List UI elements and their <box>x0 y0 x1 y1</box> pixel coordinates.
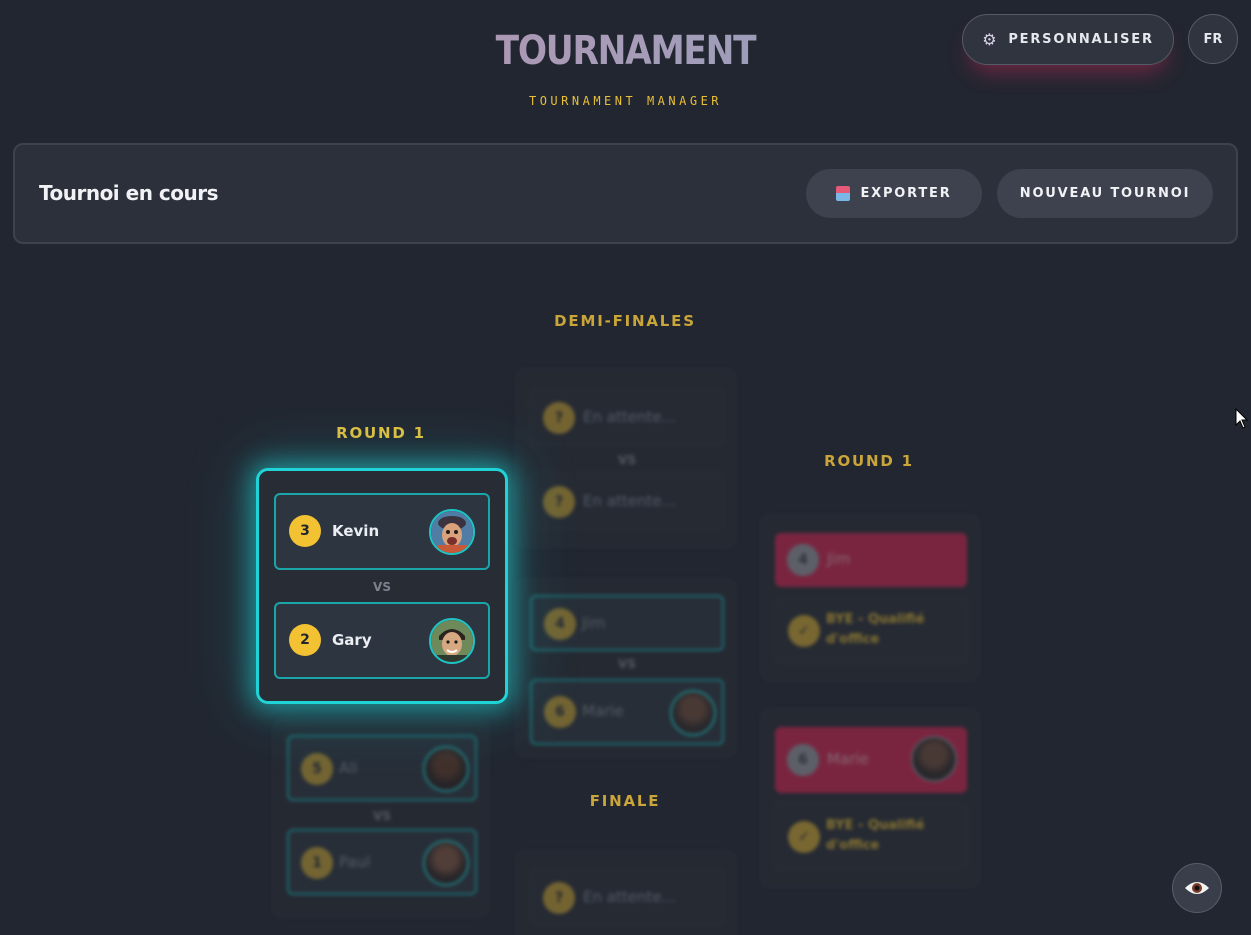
seed-badge: ? <box>543 402 575 434</box>
player-name: Jim <box>582 614 606 632</box>
semifinals-label: DEMI-FINALES <box>554 312 696 330</box>
seed-badge: 3 <box>289 515 321 547</box>
right-top-match[interactable]: 4 Jim ✓ BYE - Qualifié d'office <box>760 514 980 682</box>
player-name: Ali <box>339 759 358 777</box>
vs-label: VS <box>618 453 636 467</box>
match-slot[interactable]: ✓ BYE - Qualifié d'office <box>775 803 967 869</box>
export-button[interactable]: EXPORTER <box>806 169 982 218</box>
seed-badge: ? <box>543 486 575 518</box>
player-avatar <box>911 736 957 782</box>
player-avatar <box>429 509 475 555</box>
gear-icon: ⚙ <box>982 30 999 49</box>
match-slot[interactable]: 6 Marie <box>775 727 967 793</box>
player-name: Marie <box>827 750 869 768</box>
player-name: En attente... <box>583 888 676 906</box>
mouse-cursor-icon <box>1235 408 1249 429</box>
tournament-toolbar: Tournoi en cours EXPORTER NOUVEAU TOURNO… <box>13 143 1238 244</box>
seed-badge: 4 <box>544 608 576 640</box>
personalize-label: PERSONNALISER <box>1008 32 1154 47</box>
tournament-bracket: DEMI-FINALES ROUND 1 ROUND 1 FINALE ? En… <box>0 260 1251 935</box>
player-avatar <box>423 840 469 886</box>
player-name: Kevin <box>332 522 380 540</box>
left-round-label: ROUND 1 <box>336 424 426 442</box>
language-button[interactable]: FR <box>1188 14 1238 64</box>
seed-badge: 2 <box>289 624 321 656</box>
vs-label: VS <box>618 657 636 671</box>
match-slot[interactable]: 1 Paul <box>287 829 477 895</box>
right-bottom-match[interactable]: 6 Marie ✓ BYE - Qualifié d'office <box>760 708 980 888</box>
language-label: FR <box>1203 31 1223 47</box>
player-name: BYE - Qualifié d'office <box>826 612 925 647</box>
focused-match[interactable]: 3 Kevin VS 2 Gary <box>256 468 508 704</box>
player-name: Gary <box>332 631 372 649</box>
seed-badge: 6 <box>544 696 576 728</box>
match-slot[interactable]: 6 Marie <box>530 679 724 745</box>
player-name: Jim <box>827 550 851 568</box>
player-avatar <box>670 690 716 736</box>
left-lower-match[interactable]: 5 Ali VS 1 Paul <box>272 718 490 918</box>
vs-label: VS <box>373 809 391 823</box>
tournament-status-title: Tournoi en cours <box>39 181 219 205</box>
match-slot[interactable]: ✓ BYE - Qualifié d'office <box>775 597 967 663</box>
semifinal-top-match[interactable]: ? En attente... VS ? En attente... <box>515 368 737 548</box>
seed-badge: ? <box>543 882 575 914</box>
match-slot[interactable]: ? En attente... <box>530 389 724 445</box>
player-name: Marie <box>582 702 624 720</box>
right-round-label: ROUND 1 <box>824 452 914 470</box>
seed-badge: 5 <box>301 753 333 785</box>
semifinal-bottom-match[interactable]: 4 Jim VS 6 Marie <box>515 578 737 758</box>
match-slot-player1[interactable]: 3 Kevin <box>274 493 490 570</box>
seed-badge: ✓ <box>788 615 820 647</box>
eye-icon <box>1185 882 1209 894</box>
match-slot[interactable]: ? En attente... <box>530 869 724 925</box>
seed-badge: 6 <box>787 744 819 776</box>
seed-badge: ✓ <box>788 821 820 853</box>
seed-badge: 1 <box>301 847 333 879</box>
player-name: Paul <box>339 853 371 871</box>
seed-badge: 4 <box>787 544 819 576</box>
player-name: BYE - Qualifié d'office <box>826 818 925 853</box>
match-slot[interactable]: ? En attente... <box>530 473 724 529</box>
personalize-button[interactable]: ⚙ PERSONNALISER <box>962 14 1174 65</box>
match-slot[interactable]: 5 Ali <box>287 735 477 801</box>
toggle-view-button[interactable] <box>1172 863 1222 913</box>
match-slot[interactable]: 4 Jim <box>775 533 967 587</box>
match-slot[interactable]: 4 Jim <box>530 595 724 651</box>
vs-label: VS <box>373 580 391 594</box>
new-tournament-button[interactable]: NOUVEAU TOURNOI <box>997 169 1213 218</box>
final-match[interactable]: ? En attente... <box>515 850 737 935</box>
player-name: En attente... <box>583 492 676 510</box>
player-name: En attente... <box>583 408 676 426</box>
player-avatar <box>429 618 475 664</box>
final-label: FINALE <box>589 792 661 810</box>
app-subtitle: TOURNAMENT MANAGER <box>528 94 723 108</box>
export-label: EXPORTER <box>860 186 952 201</box>
new-tournament-label: NOUVEAU TOURNOI <box>1019 186 1191 201</box>
app-header: TOURNAMENT TOURNAMENT MANAGER ⚙ PERSONNA… <box>0 0 1251 130</box>
export-icon <box>836 186 851 201</box>
match-slot-player2[interactable]: 2 Gary <box>274 602 490 679</box>
player-avatar <box>423 746 469 792</box>
